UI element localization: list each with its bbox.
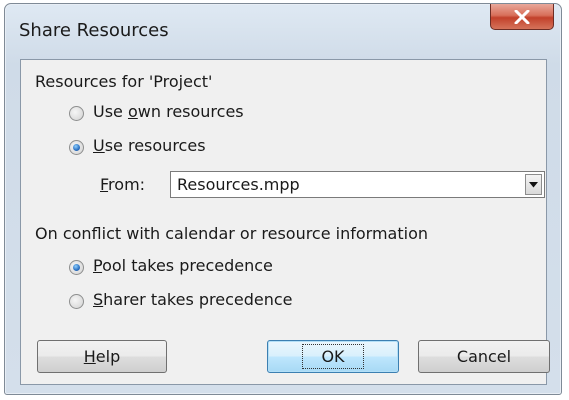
conflict-group-label: On conflict with calendar or resource in… (35, 224, 428, 243)
dialog-client-area: Resources for 'Project' Use own resource… (20, 59, 550, 385)
use-own-resources-radio[interactable] (69, 106, 84, 121)
chevron-down-icon (529, 181, 538, 187)
pool-precedence-radio[interactable] (69, 260, 84, 275)
ok-button-label: OK (302, 344, 364, 369)
dropdown-button[interactable] (525, 174, 542, 195)
share-resources-dialog: Share Resources Resources for 'Project' … (4, 3, 562, 395)
from-combobox-value: Resources.mpp (177, 175, 300, 194)
use-resources-label[interactable]: Use resources (93, 136, 206, 155)
dialog-title: Share Resources (19, 20, 169, 41)
help-button[interactable]: Help (37, 340, 167, 373)
cancel-button[interactable]: Cancel (418, 340, 550, 373)
close-icon (514, 9, 530, 24)
from-label: From: (100, 175, 146, 194)
use-own-resources-label[interactable]: Use own resources (93, 102, 244, 121)
pool-precedence-label[interactable]: Pool takes precedence (93, 256, 273, 275)
close-button[interactable] (490, 4, 554, 30)
from-combobox[interactable]: Resources.mpp (170, 171, 545, 198)
use-resources-radio[interactable] (69, 140, 84, 155)
ok-button[interactable]: OK (267, 340, 399, 373)
sharer-precedence-radio[interactable] (69, 294, 84, 309)
sharer-precedence-label[interactable]: Sharer takes precedence (93, 290, 293, 309)
resources-group-label: Resources for 'Project' (35, 72, 213, 91)
